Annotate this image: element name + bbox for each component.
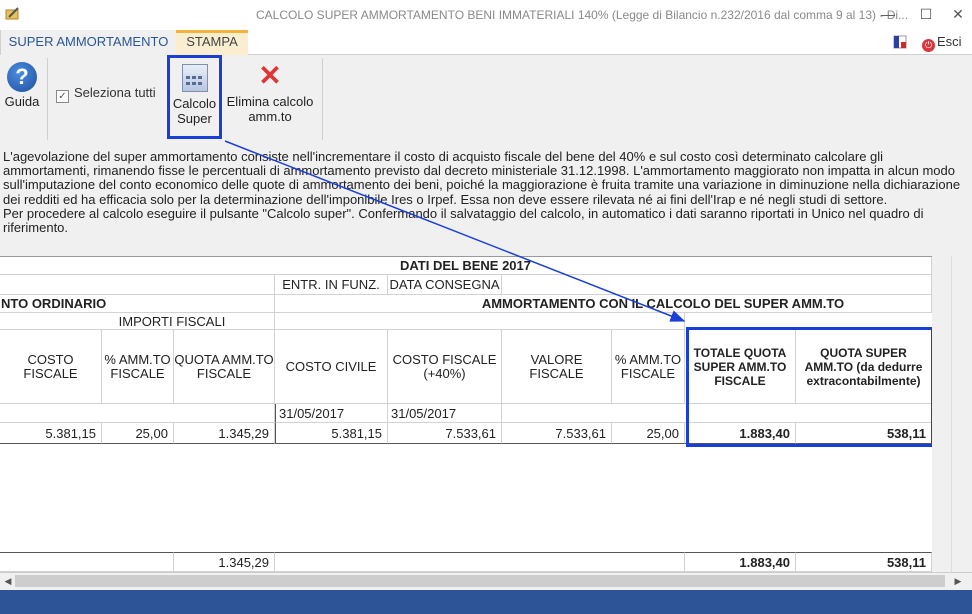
scroll-right-arrow[interactable]: ▶ [951,574,965,588]
horizontal-scroll-thumb[interactable] [15,575,945,587]
scroll-left-arrow[interactable]: ◀ [1,574,15,588]
annotation-arrow [224,140,686,322]
status-bar [0,590,972,614]
vertical-scrollbar[interactable] [951,256,969,572]
